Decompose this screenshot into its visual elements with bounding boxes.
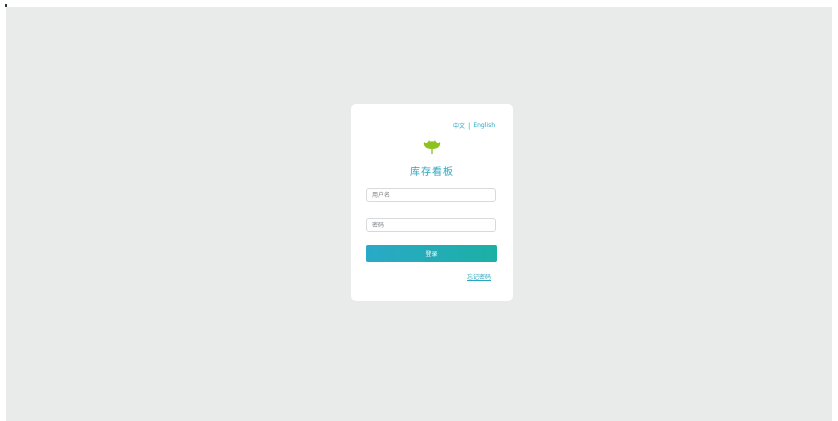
forgot-password-link[interactable]: 忘记密码	[467, 272, 491, 281]
login-card: 中文 | English 库存看板 登录 忘记密码	[351, 104, 513, 301]
login-button[interactable]: 登录	[366, 245, 497, 262]
page-title: 库存看板	[410, 167, 454, 178]
lang-chinese-link[interactable]: 中文	[453, 121, 465, 130]
page-background: 中文 | English 库存看板 登录 忘记密码	[6, 7, 832, 421]
language-switcher: 中文 | English	[453, 121, 495, 131]
password-input[interactable]	[366, 218, 496, 232]
lang-english-link[interactable]: English	[473, 122, 495, 129]
lang-separator: |	[467, 121, 471, 130]
username-input[interactable]	[366, 188, 496, 202]
ginkgo-leaf-icon	[423, 140, 441, 154]
